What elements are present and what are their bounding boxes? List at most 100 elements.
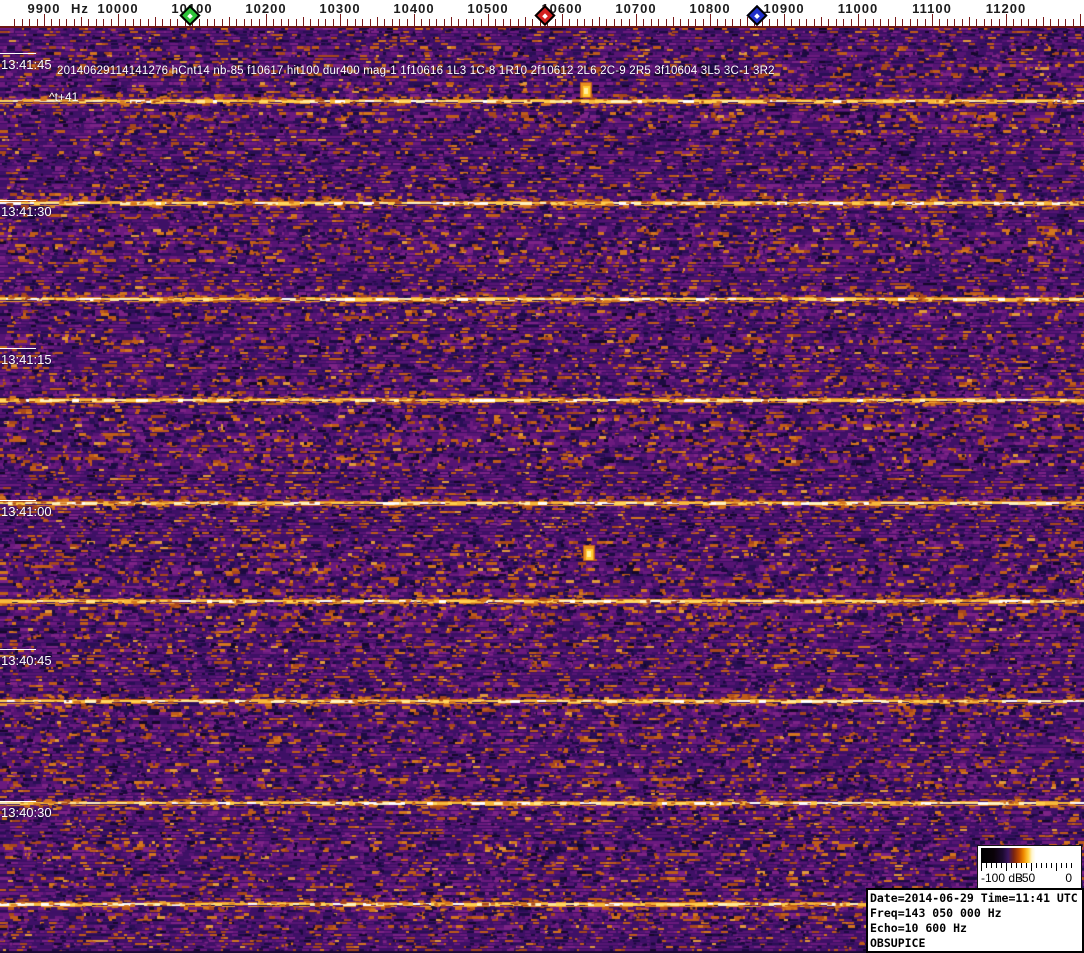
ruler-tick [362, 19, 364, 26]
scale-tick [1001, 863, 1002, 868]
scale-tick [1026, 863, 1027, 868]
ruler-tick [621, 19, 623, 26]
ruler-tick [946, 19, 948, 26]
ruler-tick [236, 19, 238, 26]
ruler-tick [680, 19, 682, 26]
ruler-tick [132, 19, 134, 26]
scale-labels: -100 dB -50 0 [981, 871, 1072, 886]
time-tick-line [0, 348, 36, 349]
time-tick-line [0, 500, 36, 501]
ruler-tick [880, 19, 882, 26]
ruler-tick [739, 19, 741, 26]
marker-center-dot [187, 12, 193, 19]
ruler-tick [902, 19, 904, 26]
ruler-tick [73, 19, 75, 26]
ruler-tick [169, 19, 171, 26]
scale-tick [1011, 863, 1012, 868]
time-tick-line [0, 53, 36, 54]
spectrogram-waterfall[interactable] [0, 28, 1084, 953]
ruler-tick [554, 19, 556, 26]
ruler-tick [1028, 19, 1030, 26]
ruler-tick [525, 17, 526, 26]
scale-ticks [981, 863, 1072, 871]
ruler-tick [155, 17, 156, 26]
time-tick-line [0, 200, 36, 201]
ruler-tick [428, 19, 430, 26]
ruler-tick [221, 19, 223, 26]
observation-info-box: Date=2014-06-29 Time=11:41 UTC Freq=143 … [866, 888, 1084, 953]
ruler-tick [177, 19, 179, 26]
frequency-tick-label: 10000 [97, 1, 139, 16]
ruler-tick [251, 19, 253, 26]
ruler-tick [813, 19, 815, 26]
frequency-tick-label: 10700 [615, 1, 657, 16]
ruler-tick [532, 19, 534, 26]
ruler-tick [258, 19, 260, 26]
scale-tick [996, 863, 997, 868]
ruler-tick [332, 19, 334, 26]
ruler-tick [791, 19, 793, 26]
ruler-tick [21, 19, 23, 26]
ruler-tick [229, 17, 230, 26]
info-echo: Echo=10 600 Hz [870, 921, 967, 935]
ruler-tick [828, 19, 830, 26]
ruler-tick [66, 19, 68, 26]
color-gradient-bar [981, 848, 1072, 863]
ruler-tick [924, 19, 926, 26]
scale-tick [1041, 863, 1042, 868]
scale-label-min: -100 dB [981, 871, 1024, 885]
frequency-tick-label: 10200 [245, 1, 287, 16]
ruler-tick [835, 19, 837, 26]
scale-tick [981, 863, 982, 871]
time-label: 13:41:00 [1, 504, 52, 519]
marker-center-dot [754, 12, 760, 19]
ruler-tick [650, 19, 652, 26]
ruler-tick [606, 19, 608, 26]
frequency-tick-label: 10500 [467, 1, 509, 16]
scale-label-max: 0 [1065, 871, 1072, 885]
frequency-tick-label: 9900 [27, 1, 61, 16]
ruler-tick [206, 19, 208, 26]
ruler-tick [347, 19, 349, 26]
ruler-tick [850, 19, 852, 26]
ruler-tick [569, 19, 571, 26]
ruler-tick [732, 19, 734, 26]
ruler-tick [769, 19, 771, 26]
ruler-tick [384, 19, 386, 26]
ruler-tick [1013, 19, 1015, 26]
scale-tick [1016, 863, 1017, 868]
ruler-tick [36, 19, 38, 26]
ruler-tick [510, 19, 512, 26]
ruler-tick [776, 19, 778, 26]
ruler-tick [976, 19, 978, 26]
ruler-tick [599, 17, 600, 26]
scale-tick [1061, 863, 1062, 868]
db-color-scale: -100 dB -50 0 [977, 845, 1082, 890]
info-date-time: Date=2014-06-29 Time=11:41 UTC [870, 891, 1078, 905]
ruler-tick [280, 19, 282, 26]
time-label: 13:41:30 [1, 204, 52, 219]
ruler-tick [591, 19, 593, 26]
ruler-tick [391, 19, 393, 26]
ruler-tick [939, 19, 941, 26]
time-label: 13:40:45 [1, 653, 52, 668]
ruler-tick [110, 19, 112, 26]
ruler-tick [214, 19, 216, 26]
ruler-tick [295, 19, 297, 26]
frequency-tick-label: 10400 [393, 1, 435, 16]
ruler-tick [584, 19, 586, 26]
ruler-tick [798, 19, 800, 26]
ruler-tick [451, 17, 452, 26]
ruler-tick [961, 19, 963, 26]
time-label: 13:40:30 [1, 805, 52, 820]
ruler-tick [140, 19, 142, 26]
ruler-tick [954, 19, 956, 26]
ruler-tick [1043, 17, 1044, 26]
ruler-tick [95, 19, 97, 26]
ruler-tick [58, 19, 60, 26]
scale-tick [1066, 863, 1067, 868]
ruler-tick [887, 19, 889, 26]
scale-tick [1021, 863, 1022, 868]
ruler-tick [473, 19, 475, 26]
ruler-tick [717, 19, 719, 26]
